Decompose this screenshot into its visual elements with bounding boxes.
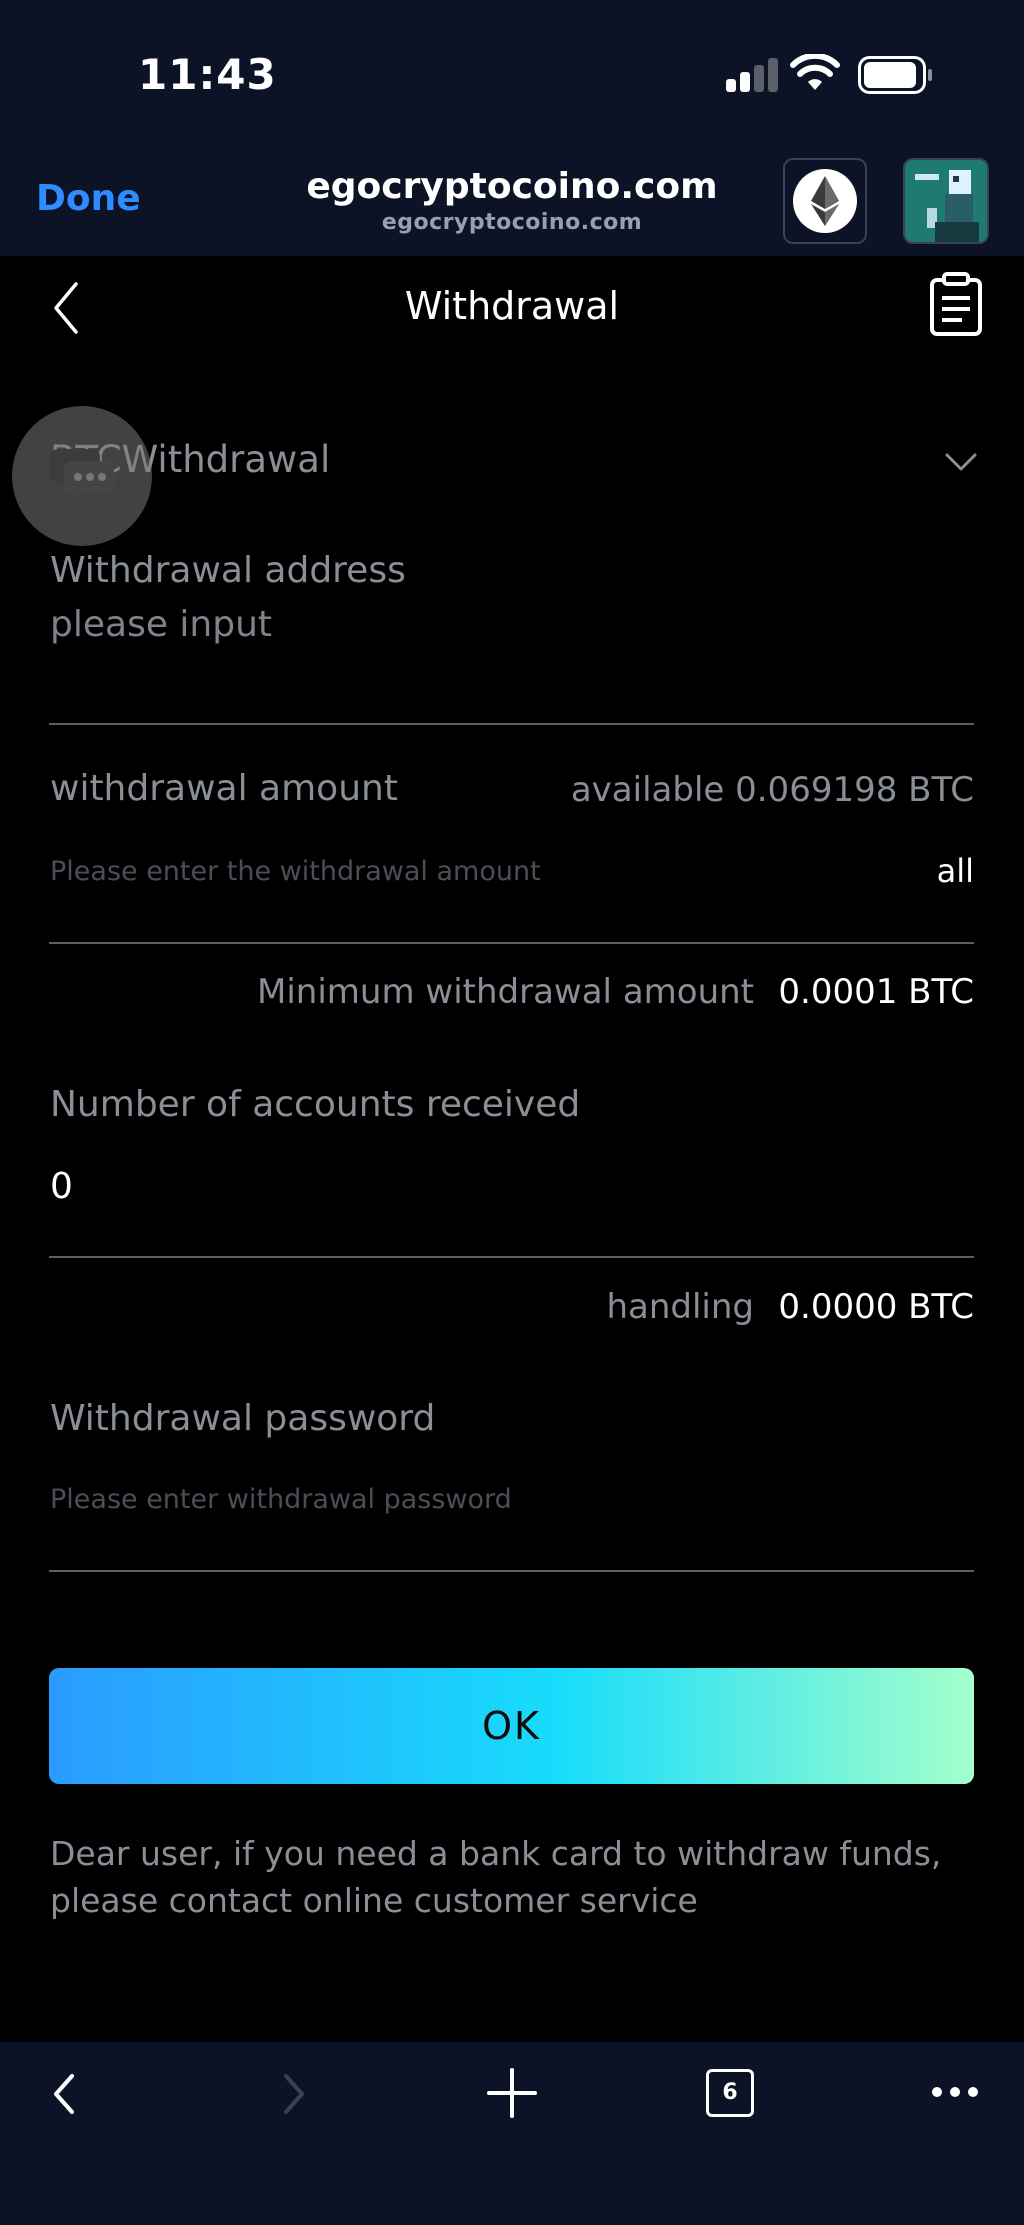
handling-value: 0.0000 BTC bbox=[778, 1287, 974, 1327]
chat-bubble-icon bbox=[50, 449, 114, 505]
account-avatar-button[interactable] bbox=[903, 158, 989, 244]
page-title: Withdrawal bbox=[404, 284, 620, 328]
bank-card-notice: Dear user, if you need a bank card to wi… bbox=[50, 1834, 942, 1920]
received-label: Number of accounts received bbox=[50, 1084, 581, 1125]
min-withdrawal-value: 0.0001 BTC bbox=[778, 972, 974, 1012]
min-withdrawal-label: Minimum withdrawal amount bbox=[257, 972, 754, 1012]
site-subtitle: egocryptocoino.com bbox=[381, 210, 643, 235]
new-tab-icon[interactable] bbox=[487, 2068, 537, 2118]
ethereum-icon bbox=[793, 169, 857, 233]
divider bbox=[49, 942, 974, 944]
available-balance: available 0.069198 BTC bbox=[570, 770, 974, 810]
more-options-icon[interactable] bbox=[930, 2084, 980, 2100]
withdrawal-record-icon[interactable] bbox=[928, 272, 984, 336]
wallet-network-button[interactable] bbox=[783, 158, 867, 244]
password-label: Withdrawal password bbox=[50, 1398, 436, 1439]
handling-label: handling bbox=[606, 1287, 754, 1327]
chevron-down-icon[interactable] bbox=[944, 452, 978, 472]
site-title: egocryptocoino.com bbox=[306, 166, 718, 207]
divider bbox=[49, 723, 974, 725]
browser-forward-icon[interactable] bbox=[282, 2072, 306, 2116]
wifi-icon bbox=[790, 54, 840, 90]
amount-input[interactable]: Please enter the withdrawal amount bbox=[50, 856, 541, 887]
all-button[interactable]: all bbox=[937, 852, 974, 890]
received-value: 0 bbox=[50, 1166, 73, 1207]
ok-button[interactable]: OK bbox=[49, 1668, 974, 1784]
tabs-count-button[interactable]: 6 bbox=[706, 2069, 754, 2117]
floating-chat-button[interactable] bbox=[12, 406, 152, 546]
status-time: 11:43 bbox=[138, 50, 277, 99]
password-input[interactable]: Please enter withdrawal password bbox=[50, 1484, 512, 1515]
address-input[interactable]: please input bbox=[50, 604, 272, 645]
divider bbox=[49, 1256, 974, 1258]
cellular-signal-icon bbox=[726, 58, 778, 92]
browser-back-icon[interactable] bbox=[52, 2072, 76, 2116]
divider bbox=[49, 1570, 974, 1572]
address-label: Withdrawal address bbox=[50, 550, 406, 591]
avatar-icon bbox=[905, 160, 987, 242]
amount-label: withdrawal amount bbox=[50, 768, 398, 809]
battery-icon bbox=[858, 56, 932, 94]
